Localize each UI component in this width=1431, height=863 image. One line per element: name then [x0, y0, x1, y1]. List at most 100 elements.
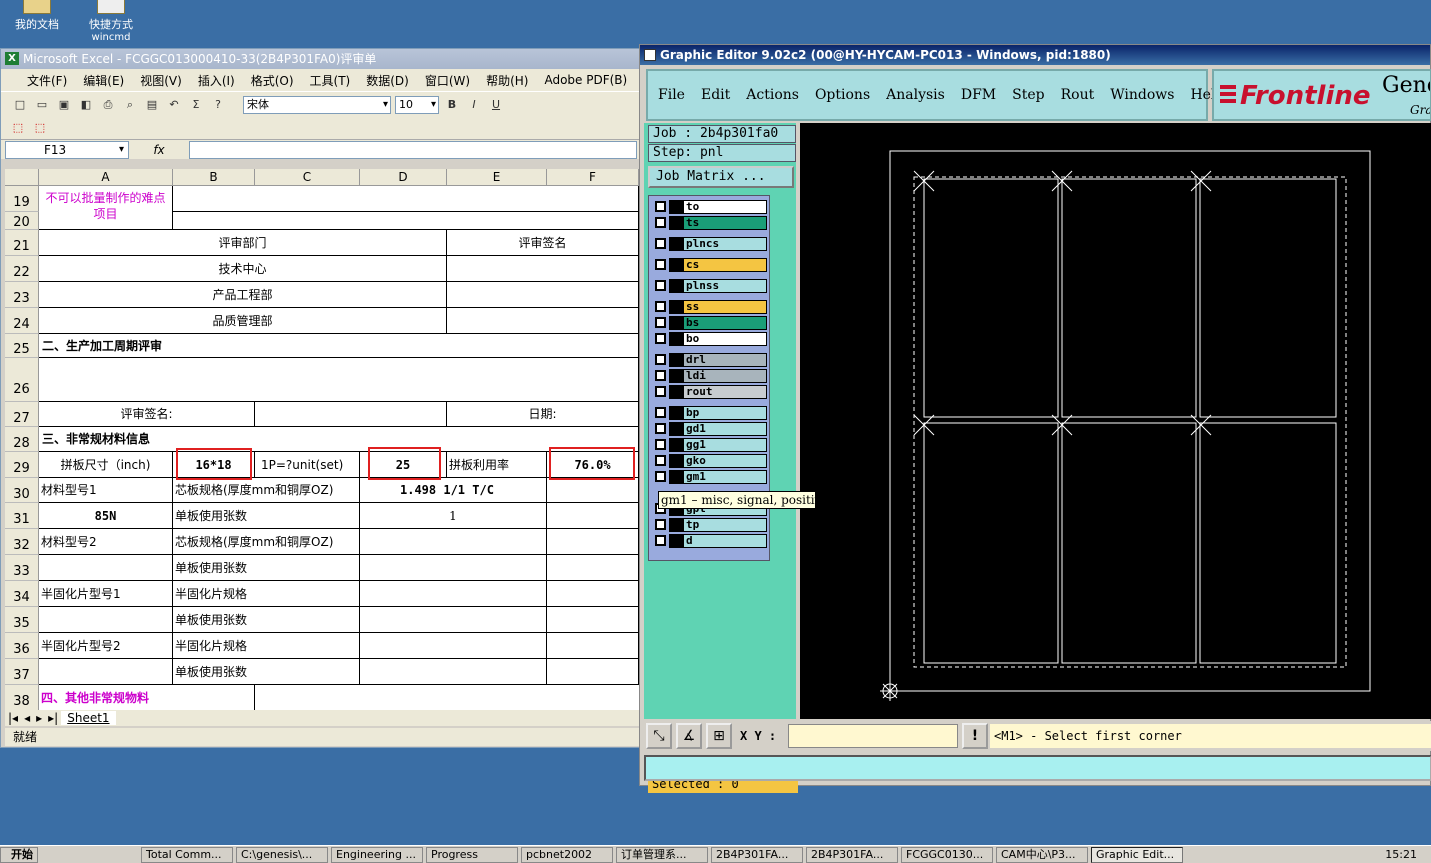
cell-d33[interactable]: [360, 555, 547, 581]
underline-button[interactable]: U: [487, 96, 505, 114]
pdf-mail-icon[interactable]: ⬚: [31, 119, 49, 137]
fx-icon[interactable]: fx: [129, 143, 189, 157]
layer-name[interactable]: cs: [683, 258, 767, 272]
bold-button[interactable]: B: [443, 96, 461, 114]
select-all-corner[interactable]: [5, 169, 39, 186]
row-header[interactable]: 37: [5, 659, 39, 685]
layer-name[interactable]: ts: [683, 216, 767, 230]
column-header-f[interactable]: F: [547, 169, 639, 186]
cell-e24[interactable]: [447, 308, 639, 334]
cell-f31[interactable]: [547, 503, 639, 529]
row-header[interactable]: 31: [5, 503, 39, 529]
print-icon[interactable]: ⎙: [99, 96, 117, 114]
row-header[interactable]: 35: [5, 607, 39, 633]
row-header[interactable]: 27: [5, 402, 39, 427]
layer-row-gm1[interactable]: gm1: [651, 470, 769, 484]
layer-row-gg1[interactable]: gg1: [651, 438, 769, 452]
row-header[interactable]: 33: [5, 555, 39, 581]
menu-insert[interactable]: 插入(I): [190, 72, 243, 89]
measure-icon[interactable]: ∡: [676, 723, 702, 749]
zoom-fit-icon[interactable]: ⤡: [646, 723, 672, 749]
last-sheet-icon[interactable]: ▸|: [45, 711, 61, 725]
layer-row-drl[interactable]: drl: [651, 353, 769, 367]
cell-b31[interactable]: 单板使用张数: [173, 503, 360, 529]
layer-checkbox[interactable]: [655, 471, 666, 482]
layer-row-to[interactable]: to: [651, 200, 769, 214]
cell-f32[interactable]: [547, 529, 639, 555]
cell-b34[interactable]: 半固化片规格: [173, 581, 360, 607]
cell-a33[interactable]: [39, 555, 173, 581]
layer-name[interactable]: plncs: [683, 237, 767, 251]
next-sheet-icon[interactable]: ▸: [33, 711, 45, 725]
layer-checkbox[interactable]: [655, 354, 666, 365]
menu-file[interactable]: File: [648, 87, 693, 103]
graphic-editor-titlebar[interactable]: Graphic Editor 9.02c2 (00@HY-HYCAM-PC013…: [640, 45, 1430, 65]
row-header[interactable]: 29: [5, 452, 39, 478]
column-header-e[interactable]: E: [447, 169, 547, 186]
layer-row-gko[interactable]: gko: [651, 454, 769, 468]
layer-checkbox[interactable]: [655, 386, 666, 397]
menu-actions[interactable]: Actions: [738, 87, 807, 103]
menu-view[interactable]: 视图(V): [132, 72, 190, 89]
cell-d31[interactable]: 1: [360, 503, 547, 529]
layer-name[interactable]: bo: [683, 332, 767, 346]
layer-name[interactable]: bp: [683, 406, 767, 420]
cell-a32[interactable]: 材料型号2: [39, 529, 173, 555]
row-header[interactable]: 36: [5, 633, 39, 659]
cell-d30[interactable]: 1.498 1/1 T/C: [360, 478, 547, 503]
cell-a23[interactable]: 产品工程部: [39, 282, 447, 308]
layer-row-bs[interactable]: bs: [651, 316, 769, 330]
layer-checkbox[interactable]: [655, 455, 666, 466]
layer-row-bp[interactable]: bp: [651, 406, 769, 420]
new-icon[interactable]: □: [11, 96, 29, 114]
layer-checkbox[interactable]: [655, 519, 666, 530]
cell-b30[interactable]: 芯板规格(厚度mm和铜厚OZ): [173, 478, 360, 503]
layer-checkbox[interactable]: [655, 423, 666, 434]
column-header-b[interactable]: B: [173, 169, 255, 186]
row-header[interactable]: 30: [5, 478, 39, 503]
cell-a30[interactable]: 材料型号1: [39, 478, 173, 503]
cell-a37[interactable]: [39, 659, 173, 685]
taskbar-task[interactable]: Engineering ...: [331, 846, 423, 863]
layer-name[interactable]: tp: [683, 518, 767, 532]
font-size-select[interactable]: 10: [395, 95, 439, 114]
first-sheet-icon[interactable]: |◂: [5, 711, 21, 725]
save-icon[interactable]: ▣: [55, 96, 73, 114]
autosum-icon[interactable]: Σ: [187, 96, 205, 114]
menu-data[interactable]: 数据(D): [358, 72, 417, 89]
taskbar-task[interactable]: 订单管理系...: [616, 846, 708, 863]
xy-input[interactable]: [788, 724, 958, 748]
menu-file[interactable]: 文件(F): [19, 72, 75, 89]
layer-row-bo[interactable]: bo: [651, 332, 769, 346]
menu-analysis[interactable]: Analysis: [878, 87, 953, 103]
layer-row-tp[interactable]: tp: [651, 518, 769, 532]
row-header[interactable]: 24: [5, 308, 39, 334]
layer-row-plncs[interactable]: plncs: [651, 237, 769, 251]
menu-rout[interactable]: Rout: [1053, 87, 1103, 103]
layer-row-plnss[interactable]: plnss: [651, 279, 769, 293]
row-header[interactable]: 32: [5, 529, 39, 555]
row-header[interactable]: 25: [5, 334, 39, 358]
cell-e22[interactable]: [447, 256, 639, 282]
menu-windows[interactable]: Windows: [1102, 87, 1182, 103]
taskbar-task[interactable]: Progress: [426, 846, 518, 863]
layer-checkbox[interactable]: [655, 333, 666, 344]
cell-a21[interactable]: 评审部门: [39, 230, 447, 256]
cell-f37[interactable]: [547, 659, 639, 685]
taskbar-task[interactable]: 2B4P301FA...: [711, 846, 803, 863]
row-header[interactable]: 38: [5, 685, 39, 710]
cell-a19[interactable]: 不可以批量制作的难点项目: [39, 186, 173, 230]
cell-f35[interactable]: [547, 607, 639, 633]
menu-options[interactable]: Options: [807, 87, 878, 103]
pdf-convert-icon[interactable]: ⬚: [9, 119, 27, 137]
cell-d32[interactable]: [360, 529, 547, 555]
layer-checkbox[interactable]: [655, 201, 666, 212]
cell-b32[interactable]: 芯板规格(厚度mm和铜厚OZ): [173, 529, 360, 555]
name-box[interactable]: F13: [5, 140, 129, 159]
layer-checkbox[interactable]: [655, 407, 666, 418]
menu-format[interactable]: 格式(O): [243, 72, 302, 89]
prev-sheet-icon[interactable]: ◂: [21, 711, 33, 725]
cell-e27[interactable]: 日期:: [447, 402, 639, 427]
cell-b37[interactable]: 单板使用张数: [173, 659, 360, 685]
layer-row-gd1[interactable]: gd1: [651, 422, 769, 436]
